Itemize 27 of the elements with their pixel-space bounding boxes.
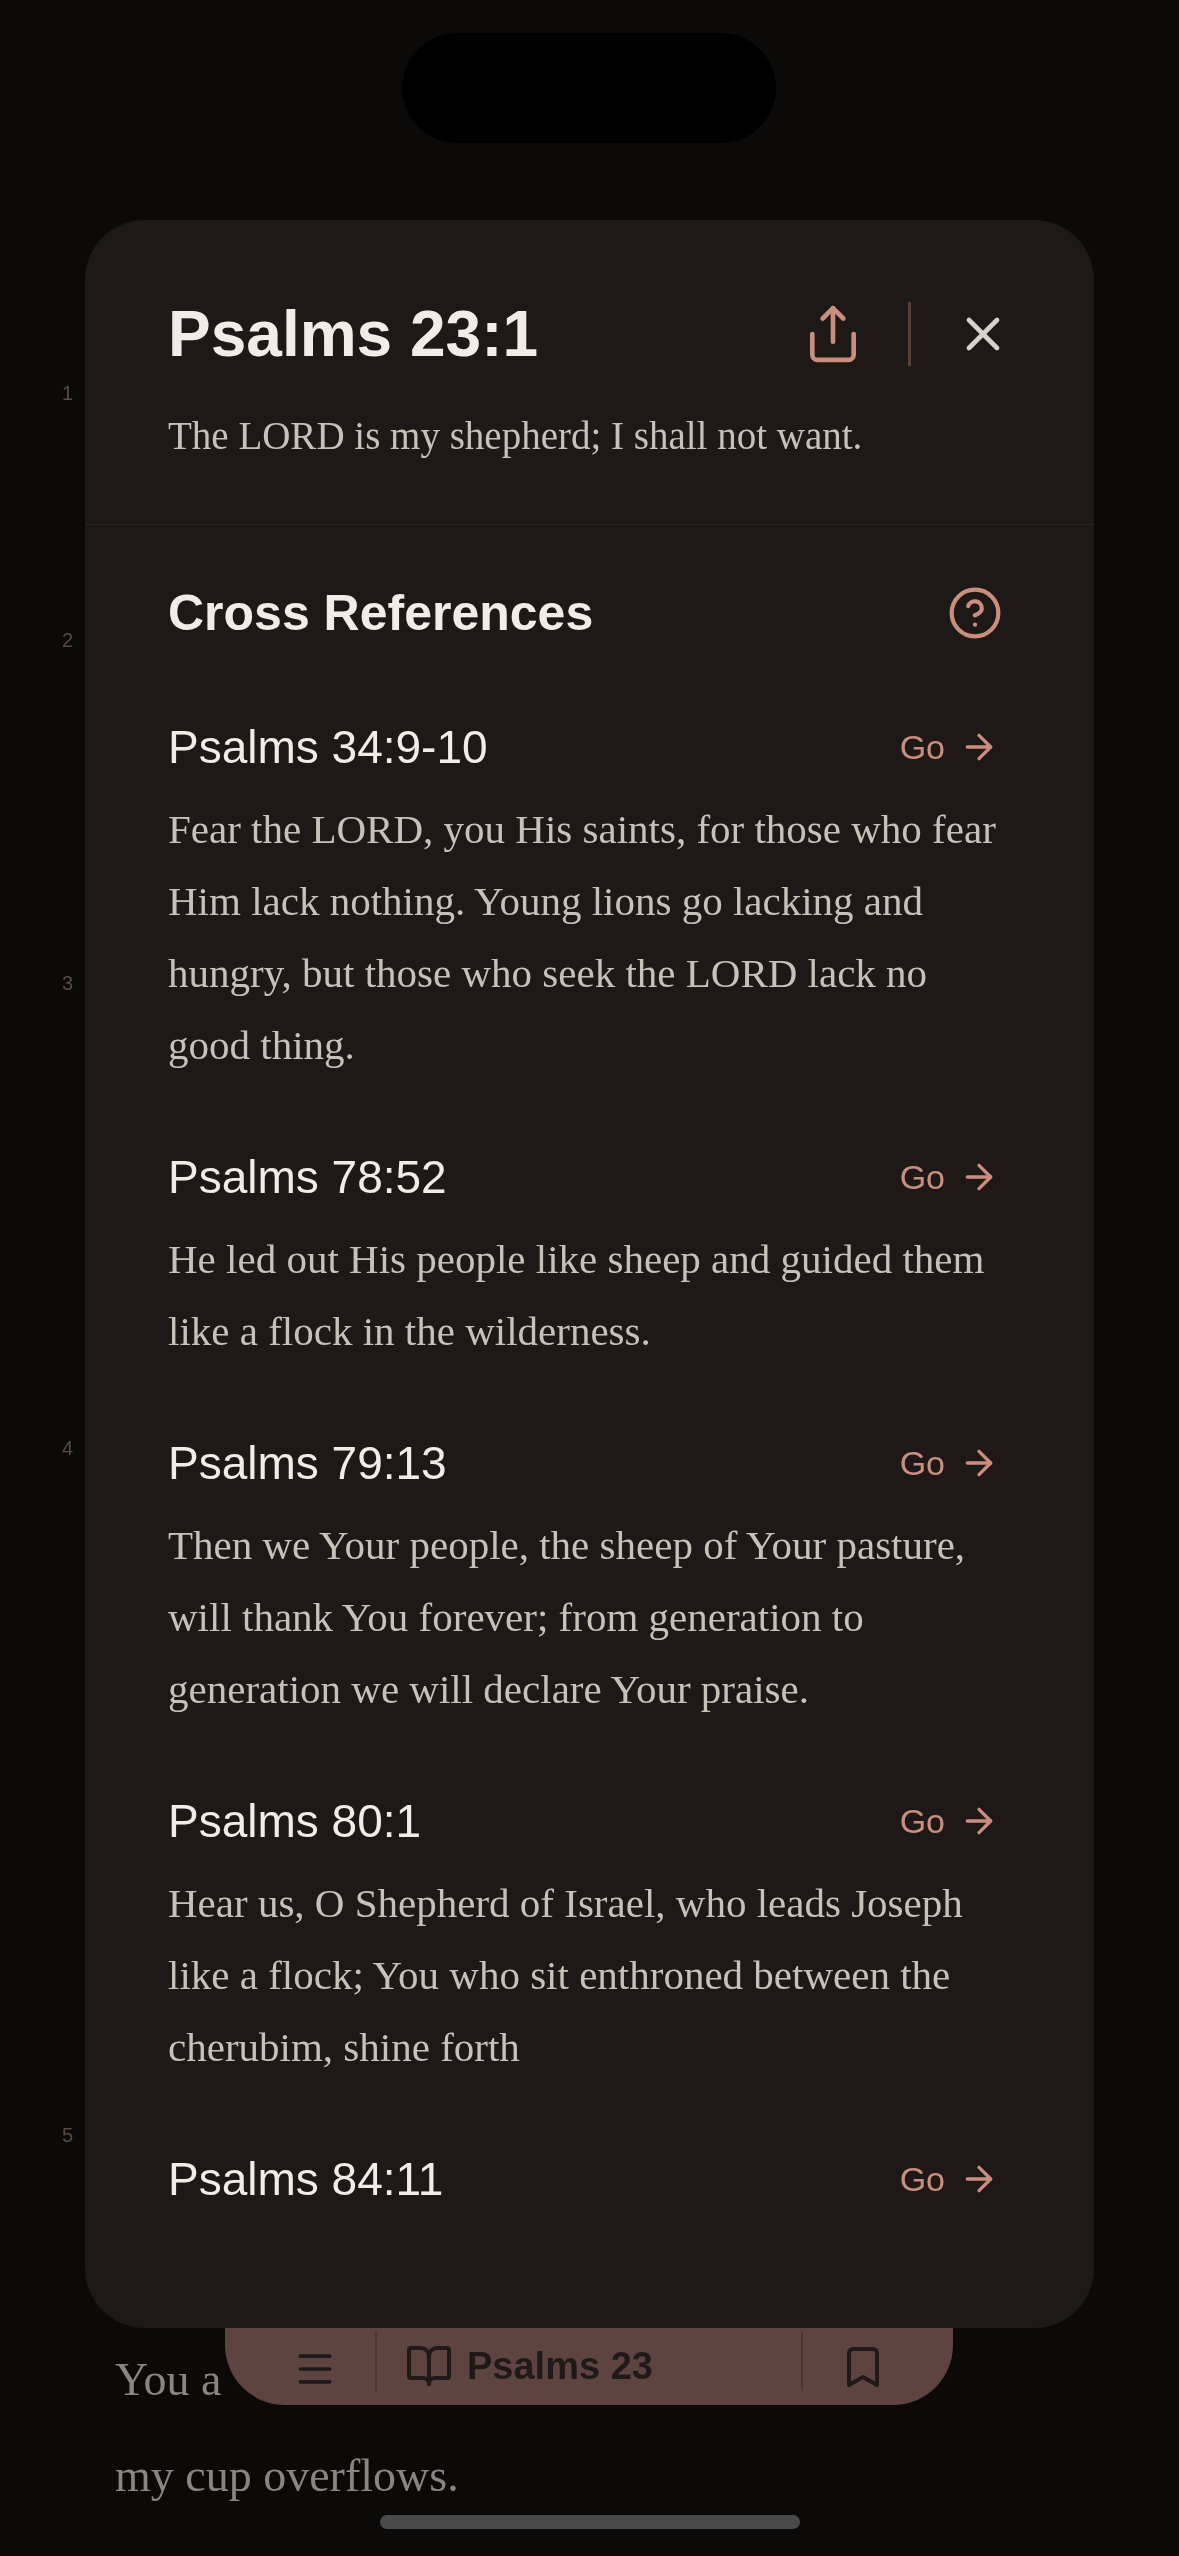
section-title: Cross References bbox=[168, 584, 595, 643]
sheet-title: Psalms 23:1 bbox=[168, 297, 540, 372]
reference-title: Psalms 34:9-10 bbox=[168, 719, 489, 775]
go-link[interactable]: Go bbox=[899, 1795, 999, 1847]
reference-text: Fear the LORD, you His saints, for those who fear Him lack nothing. Young lions go lacking and hungry, but those who seek the LORD lack no good thing. bbox=[168, 805, 997, 1070]
go-link[interactable]: Go bbox=[899, 721, 999, 773]
reference-title: Psalms 79:13 bbox=[168, 1435, 448, 1491]
verse-number: 3 bbox=[62, 971, 74, 996]
reference-title: Psalms 80:1 bbox=[168, 1793, 423, 1849]
verse-text: The LORD is my shepherd; I shall not want. bbox=[168, 413, 864, 460]
verse-number: 1 bbox=[62, 381, 74, 406]
reference-text: Hear us, O Shepherd of Israel, who leads Joseph like a flock; You who sit enthroned between the cherubim, shine forth bbox=[168, 1879, 964, 2072]
help-icon bbox=[947, 585, 1003, 641]
reference-title: Psalms 84:11 bbox=[168, 2151, 445, 2207]
go-link[interactable]: Go bbox=[899, 1151, 999, 1203]
verse-text: You a bbox=[115, 2353, 222, 2407]
reference-text: Then we Your people, the sheep of Your pasture, will thank You forever; from generation to generation we will declare Your praise. bbox=[168, 1521, 967, 1714]
book-icon bbox=[407, 2346, 451, 2386]
reference-title: Psalms 78:52 bbox=[168, 1149, 448, 1205]
verse-text: my cup overflows. bbox=[115, 2449, 459, 2503]
verse-number: 2 bbox=[62, 628, 74, 653]
verse-number: 4 bbox=[62, 1436, 74, 1461]
help-button[interactable] bbox=[947, 585, 1003, 641]
reference-text: He led out His people like sheep and guided them like a flock in the wilderness. bbox=[168, 1235, 986, 1356]
go-link[interactable]: Go bbox=[899, 1437, 999, 1489]
verse-number: 5 bbox=[62, 2123, 74, 2148]
go-link[interactable]: Go bbox=[899, 2153, 999, 2205]
